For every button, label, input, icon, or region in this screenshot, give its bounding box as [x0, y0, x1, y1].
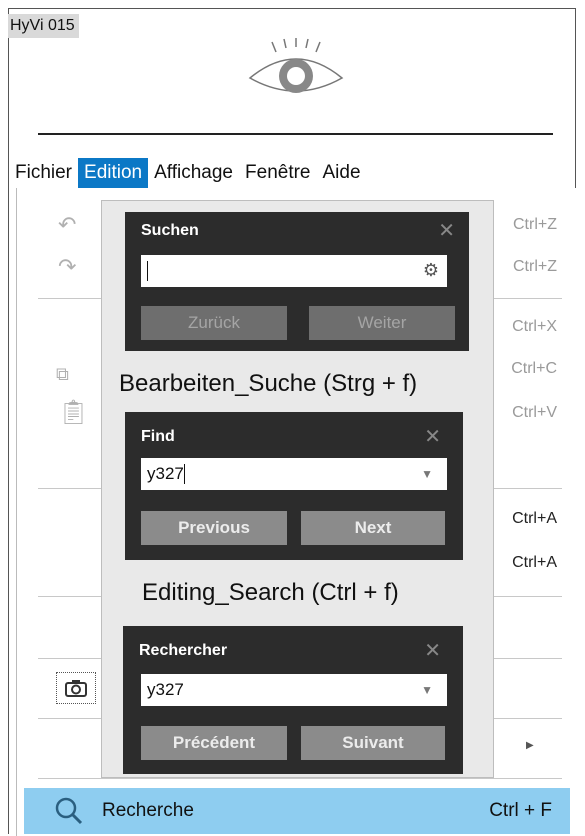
- caption-en: Editing_Search (Ctrl + f): [142, 579, 399, 606]
- shortcut-undo: Ctrl+Z: [513, 216, 557, 233]
- dialog-title: Suchen: [141, 222, 199, 239]
- camera-icon[interactable]: [56, 672, 96, 704]
- header-divider: [38, 133, 553, 135]
- menu-separator: [38, 778, 562, 779]
- next-button[interactable]: Next: [301, 511, 445, 545]
- menu-fenetre[interactable]: Fenêtre: [239, 158, 316, 188]
- redo-icon[interactable]: ↷: [58, 254, 76, 280]
- menu-item-recherche[interactable]: Recherche Ctrl + F: [24, 788, 570, 834]
- close-icon[interactable]: ✕: [424, 424, 441, 449]
- previous-button[interactable]: Previous: [141, 511, 287, 545]
- menu-aide[interactable]: Aide: [317, 158, 367, 188]
- eye-logo-icon: [248, 38, 344, 93]
- paste-icon[interactable]: 📋︎: [58, 398, 88, 427]
- shortcut-cut: Ctrl+X: [512, 318, 557, 335]
- search-dialogs-overlay: Suchen ✕ ⚙ Zurück Weiter Bearbeiten_Such…: [101, 200, 494, 778]
- search-input[interactable]: y327 ▼: [141, 458, 447, 490]
- close-icon[interactable]: ✕: [438, 218, 455, 243]
- next-button[interactable]: Suivant: [301, 726, 445, 760]
- undo-icon[interactable]: ↶: [58, 212, 76, 238]
- app-tag: HyVi 015: [8, 14, 79, 38]
- search-input[interactable]: ⚙: [141, 255, 447, 287]
- search-icon: [55, 797, 83, 825]
- caption-de: Bearbeiten_Suche (Strg + f): [119, 370, 418, 397]
- shortcut-select-all: Ctrl+A: [512, 510, 557, 527]
- recherche-shortcut: Ctrl + F: [489, 800, 552, 821]
- shortcut-copy: Ctrl+C: [511, 360, 557, 377]
- menu-fichier[interactable]: Fichier: [9, 158, 78, 188]
- search-dialog-de: Suchen ✕ ⚙ Zurück Weiter: [125, 212, 469, 351]
- search-dialog-en: Find ✕ y327 ▼ Previous Next: [125, 412, 463, 560]
- next-button[interactable]: Weiter: [309, 306, 455, 340]
- previous-button[interactable]: Zurück: [141, 306, 287, 340]
- menu-edition[interactable]: Edition: [78, 158, 149, 188]
- chevron-down-icon[interactable]: ▼: [421, 683, 433, 697]
- copy-icon[interactable]: ⧉: [56, 364, 69, 385]
- menu-bar: Fichier Edition Affichage Fenêtre Aide: [9, 158, 367, 188]
- shortcut-select-all-2: Ctrl+A: [512, 554, 557, 571]
- search-dialog-fr: Rechercher ✕ y327 ▼ Précédent Suivant: [123, 626, 463, 774]
- recherche-label: Recherche: [102, 800, 194, 821]
- shortcut-paste: Ctrl+V: [512, 404, 557, 421]
- close-icon[interactable]: ✕: [424, 638, 441, 663]
- shortcut-redo: Ctrl+Z: [513, 258, 557, 275]
- submenu-arrow-icon: ▶: [526, 740, 534, 751]
- chevron-down-icon[interactable]: ▼: [421, 467, 433, 481]
- dialog-title: Rechercher: [139, 642, 228, 659]
- previous-button[interactable]: Précédent: [141, 726, 287, 760]
- dialog-title: Find: [141, 428, 175, 445]
- menu-affichage[interactable]: Affichage: [148, 158, 239, 188]
- gear-icon[interactable]: ⚙: [423, 260, 439, 281]
- search-input[interactable]: y327 ▼: [141, 674, 447, 706]
